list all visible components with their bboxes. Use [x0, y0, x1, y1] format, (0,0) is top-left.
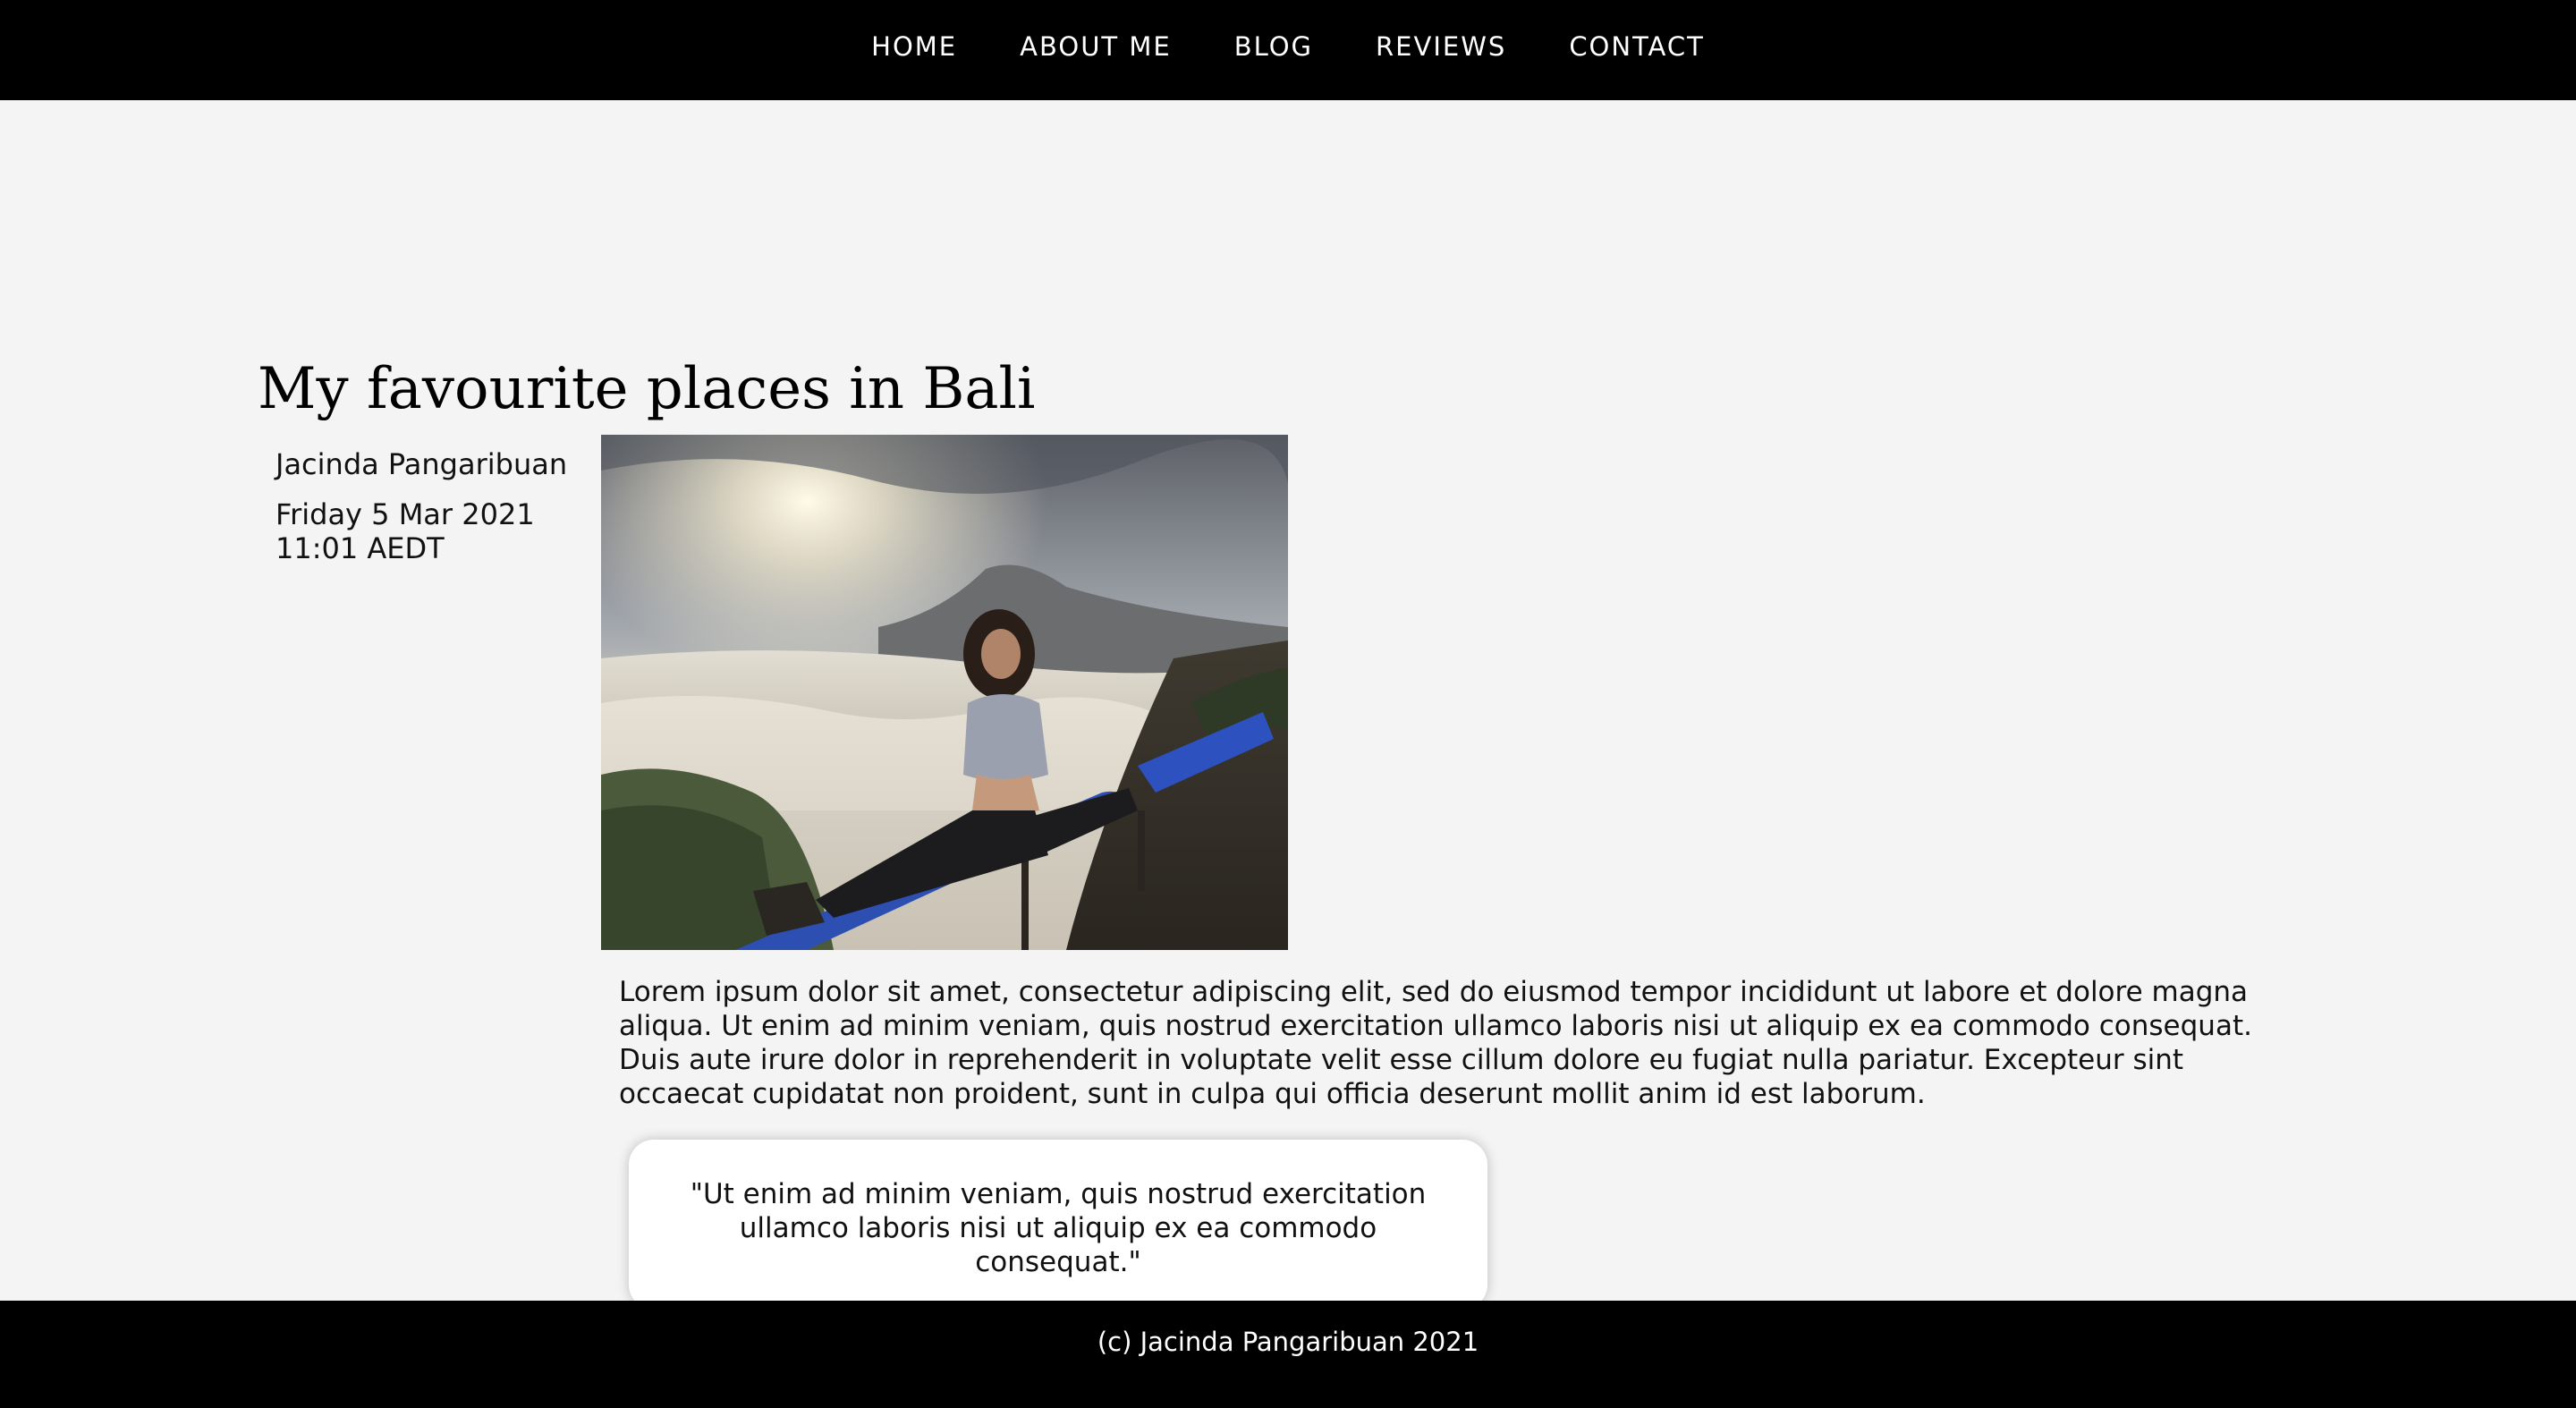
nav-link-blog[interactable]: BLOG	[1234, 31, 1313, 62]
nav-link-about-me[interactable]: ABOUT ME	[1020, 31, 1172, 62]
nav-item-blog: BLOG	[1234, 31, 1313, 62]
post-title: My favourite places in Bali	[258, 356, 1036, 422]
post-photo	[601, 435, 1288, 950]
footer: (c) Jacinda Pangaribuan 2021	[0, 1301, 2576, 1408]
footer-copyright: (c) Jacinda Pangaribuan 2021	[1097, 1327, 1479, 1357]
pull-quote-text: "Ut enim ad minim veniam, quis nostrud e…	[690, 1178, 1427, 1278]
nav-list: HOME ABOUT ME BLOG REVIEWS CONTACT	[871, 31, 1705, 62]
post-meta: Jacinda Pangaribuan Friday 5 Mar 2021 11…	[275, 447, 584, 565]
post-date: Friday 5 Mar 2021 11:01 AEDT	[275, 497, 535, 565]
nav-link-reviews[interactable]: REVIEWS	[1376, 31, 1506, 62]
nav-item-contact: CONTACT	[1569, 31, 1705, 62]
post-body: Lorem ipsum dolor sit amet, consectetur …	[619, 976, 2252, 1110]
pull-quote-card: "Ut enim ad minim veniam, quis nostrud e…	[629, 1140, 1487, 1310]
nav-item-about-me: ABOUT ME	[1020, 31, 1172, 62]
nav-item-home: HOME	[871, 31, 957, 62]
nav-link-contact[interactable]: CONTACT	[1569, 31, 1705, 62]
nav-item-reviews: REVIEWS	[1376, 31, 1506, 62]
top-navigation: HOME ABOUT ME BLOG REVIEWS CONTACT	[0, 0, 2576, 100]
post-author: Jacinda Pangaribuan	[275, 447, 568, 481]
nav-link-home[interactable]: HOME	[871, 31, 957, 62]
